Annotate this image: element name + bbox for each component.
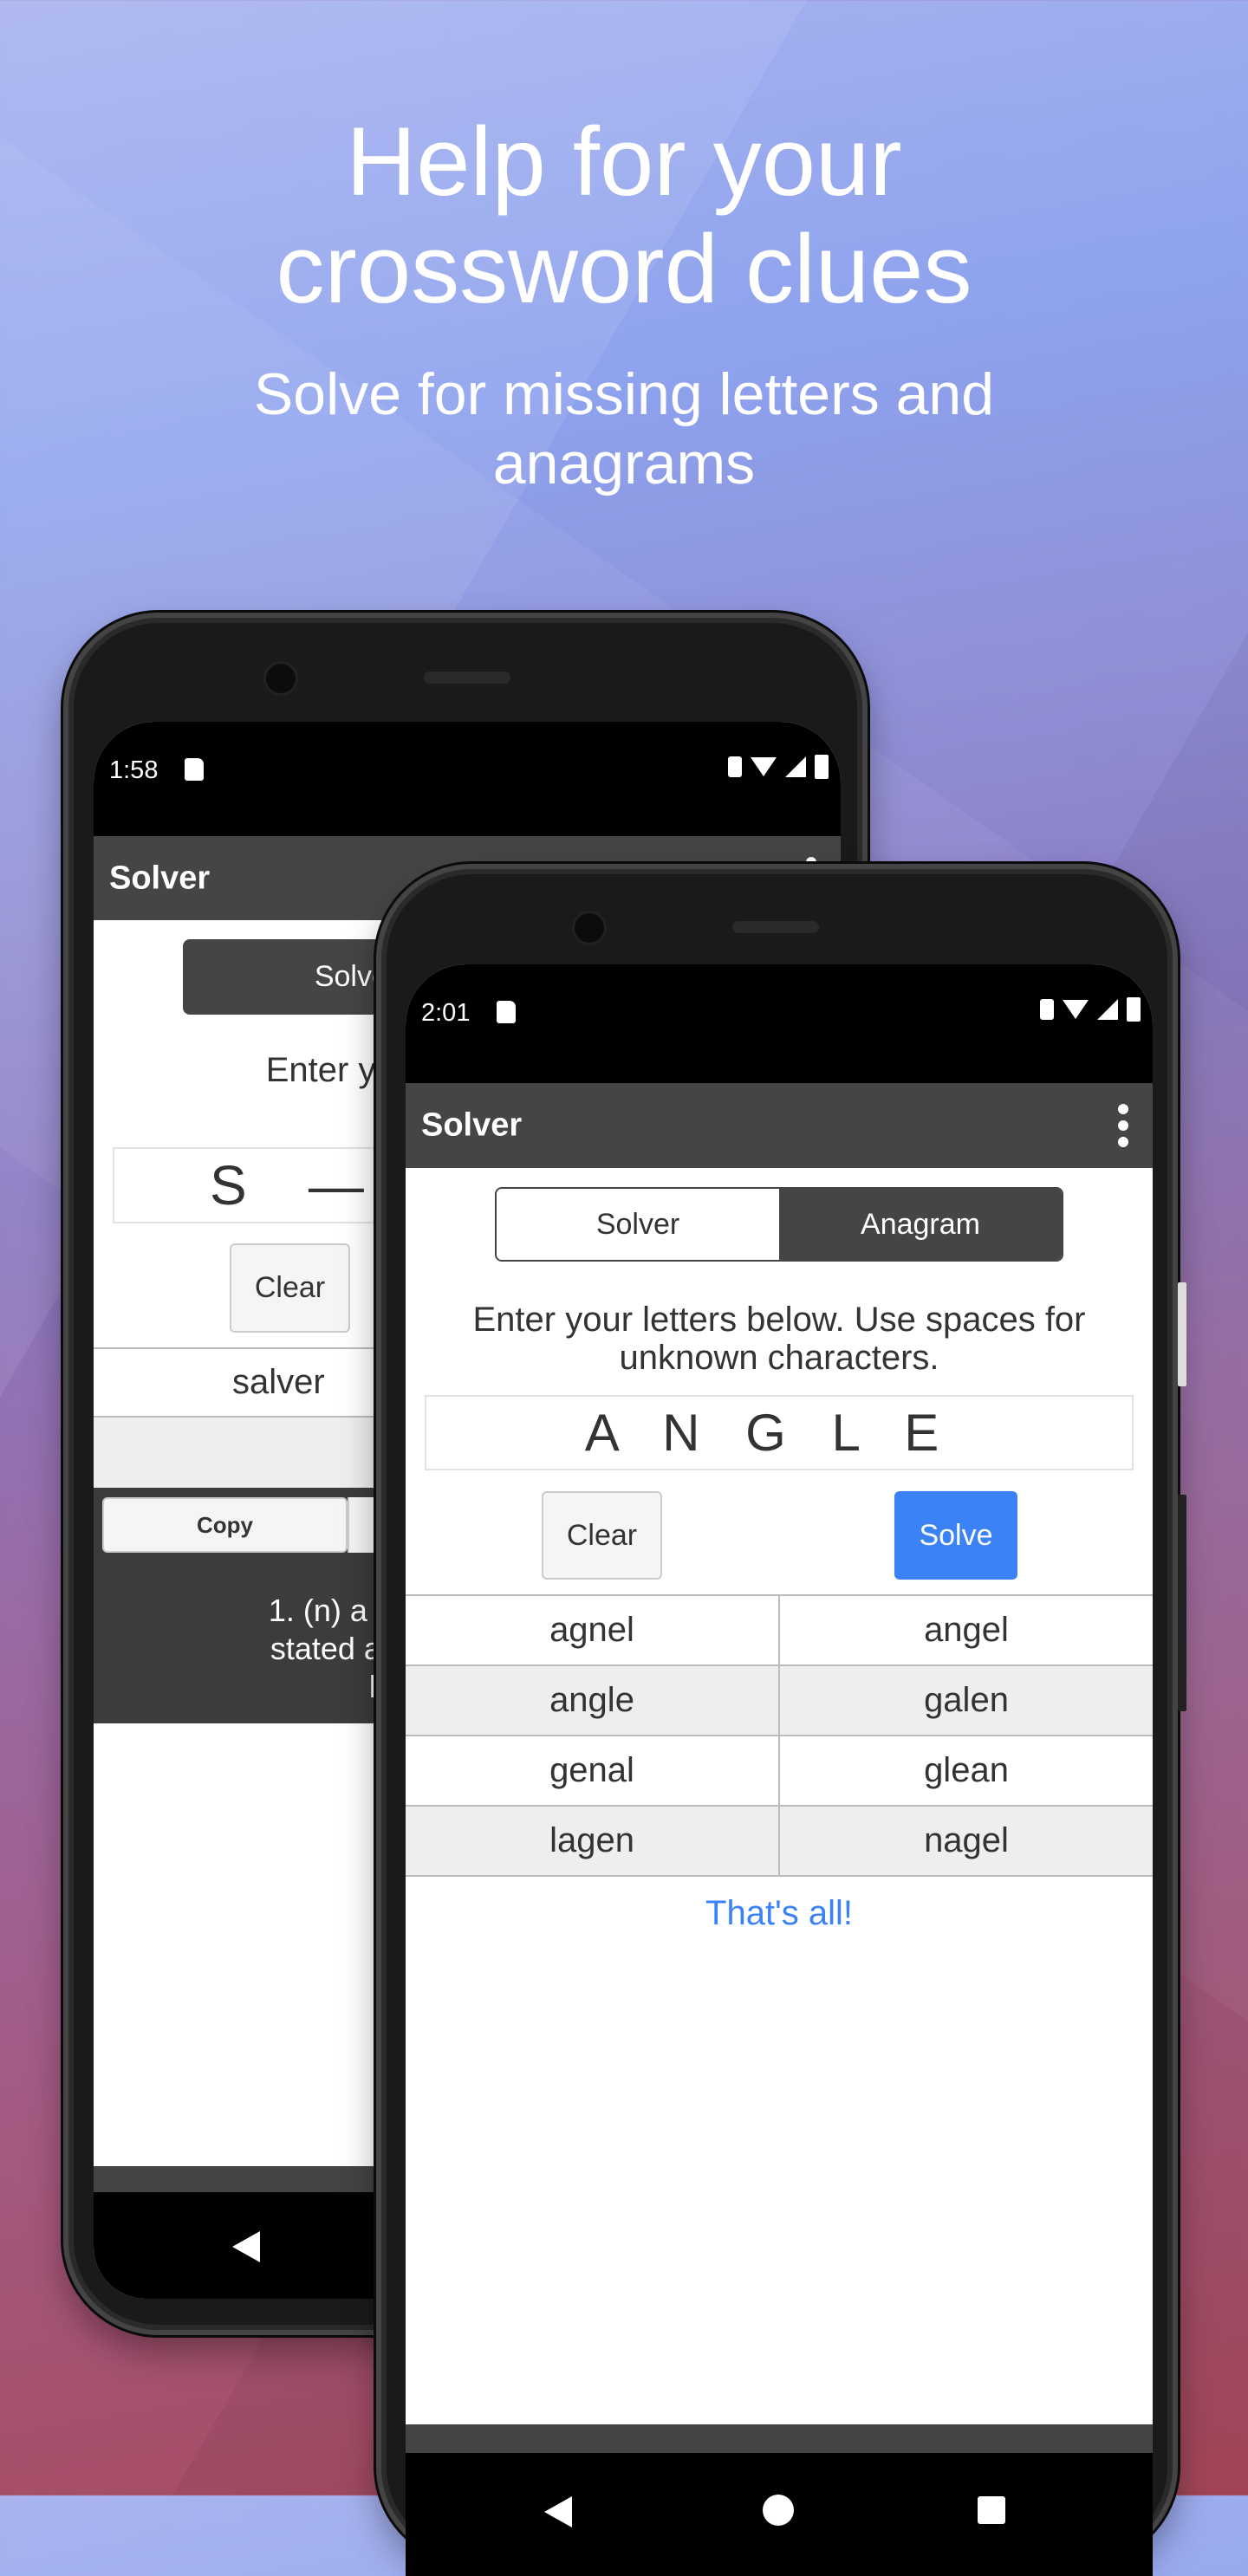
hero-subtitle: Solve for missing letters and anagrams [253,361,995,496]
clock: 1:58 [109,756,159,784]
battery-icon [1127,997,1141,1022]
solve-button[interactable]: Solve [894,1491,1017,1580]
mode-toggle: Solver Anagram [495,1187,1063,1262]
hero-title: Help for your crossword clues [276,107,972,323]
side-button [1178,1282,1186,1386]
back-nav-icon[interactable] [232,2231,260,2262]
end-of-results: That's all! [705,1894,853,1932]
result-row[interactable]: genal glean [406,1736,1153,1807]
result-row[interactable]: agnel angel [406,1596,1153,1666]
sd-card-icon [497,1001,516,1023]
camera-icon [572,911,607,945]
status-bar: 2:01 [406,964,1153,1094]
back-nav-icon[interactable] [544,2496,572,2527]
camera-icon [263,661,298,696]
side-button [1178,1495,1186,1711]
clear-button[interactable]: Clear [542,1491,662,1580]
nav-bar [406,2453,1153,2576]
front-phone: 2:01 Solver Solver Anagram Enter your le… [376,864,1178,2576]
battery-icon [815,755,829,779]
app-bar: Solver [406,1083,1153,1168]
tab-anagram[interactable]: Anagram [779,1189,1062,1260]
result-row[interactable]: angle galen [406,1666,1153,1736]
vibrate-icon [1040,999,1054,1020]
speaker [732,921,819,933]
instruction-text: Enter your letters below. Use spaces for… [472,1301,1086,1377]
result-row[interactable]: lagen nagel [406,1807,1153,1877]
home-nav-icon[interactable] [763,2495,794,2526]
signal-icon [1097,999,1118,1020]
speaker [424,672,510,684]
letters-input[interactable]: A N G L E [425,1395,1134,1470]
wifi-icon [751,757,777,776]
tab-solver[interactable]: Solver [497,1189,779,1260]
copy-button[interactable]: Copy [102,1497,348,1553]
sd-card-icon [185,758,204,781]
status-bar: 1:58 [94,722,841,852]
wifi-icon [1063,1000,1089,1019]
clear-button[interactable]: Clear [230,1243,350,1333]
clock: 2:01 [421,999,471,1027]
signal-icon [785,756,806,777]
vibrate-icon [728,756,742,777]
overflow-menu-icon[interactable] [1118,1104,1128,1147]
recents-nav-icon[interactable] [978,2496,1005,2524]
